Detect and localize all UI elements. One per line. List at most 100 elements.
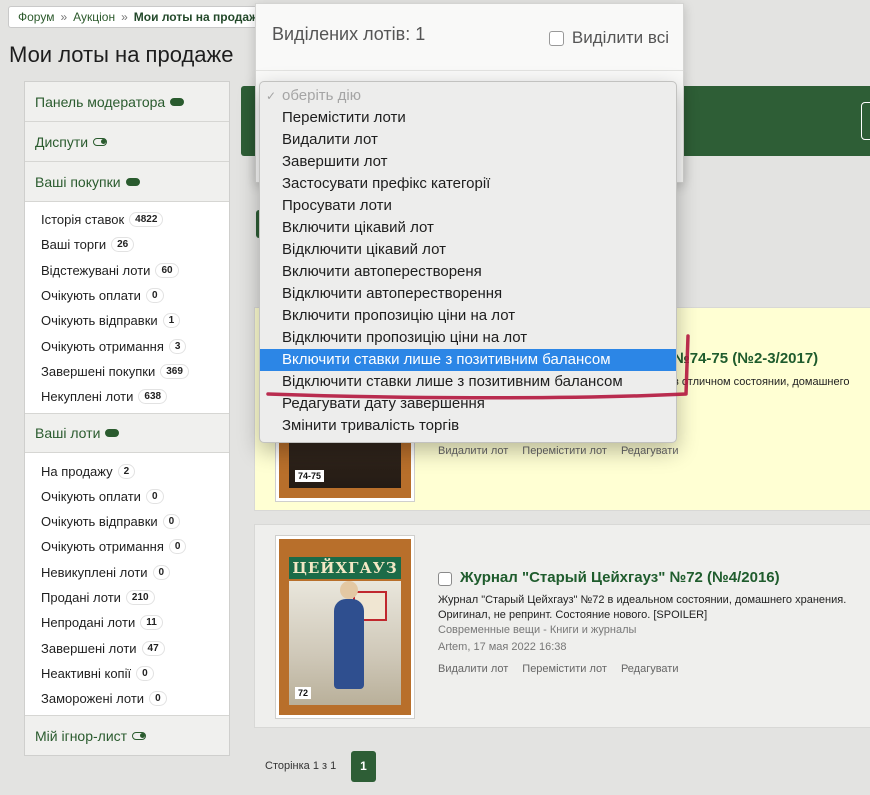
cover-number: 74-75 bbox=[295, 470, 325, 482]
edit-lot-link[interactable]: Редагувати bbox=[621, 445, 679, 457]
dropdown-option[interactable]: Включити цікавий лот bbox=[260, 217, 676, 239]
dropdown-option-highlighted[interactable]: Включити ставки лише з позитивним баланс… bbox=[260, 349, 676, 371]
lot-card: ЦЕЙХГАУЗ 72 Журнал "Старый Цейхгауз" №72… bbox=[254, 524, 870, 728]
sidebar-item[interactable]: Завершені покупки 369 bbox=[25, 359, 229, 384]
sidebar-item[interactable]: Відстежувані лоти 60 bbox=[25, 258, 229, 283]
sidebar-item[interactable]: Неактивні копії 0 bbox=[25, 661, 229, 686]
move-lot-link[interactable]: Перемістити лот bbox=[522, 663, 607, 675]
sidebar-section-label: Ваші лоти bbox=[35, 425, 101, 442]
toggle-icon[interactable] bbox=[93, 137, 108, 146]
dropdown-option[interactable]: Редагувати дату завершення bbox=[260, 393, 676, 415]
count-badge: 60 bbox=[156, 263, 178, 277]
dropdown-option[interactable]: Відключити пропозицію ціни на лот bbox=[260, 327, 676, 349]
lot-author-date: Artem, 17 мая 2022 16:38 bbox=[438, 641, 567, 653]
dropdown-option[interactable]: Змінити тривалість торгів bbox=[260, 415, 676, 437]
breadcrumb-separator: » bbox=[121, 10, 128, 24]
count-badge: 0 bbox=[153, 565, 170, 579]
count-badge: 0 bbox=[146, 489, 163, 503]
dropdown-option[interactable]: Відключити автоперестворення bbox=[260, 283, 676, 305]
lot-category[interactable]: Современные вещи - Книги и журналы bbox=[438, 624, 636, 636]
select-all-label: Виділити всі bbox=[571, 28, 669, 47]
dropdown-option[interactable]: Завершити лот bbox=[260, 151, 676, 173]
breadcrumb-separator: » bbox=[60, 10, 68, 24]
dropdown-option[interactable]: Відключити ставки лише з позитивним бала… bbox=[260, 371, 676, 393]
dropdown-option[interactable]: Відключити цікавий лот bbox=[260, 239, 676, 261]
count-badge: 2 bbox=[118, 464, 135, 478]
lot-title[interactable]: №74-75 (№2-3/2017) bbox=[673, 350, 818, 367]
dropdown-option[interactable]: Включити пропозицію ціни на лот bbox=[260, 305, 676, 327]
sidebar-ignore-list[interactable]: Мій ігнор-лист bbox=[25, 715, 229, 756]
sidebar-disputes[interactable]: Диспути bbox=[25, 122, 229, 162]
sidebar: Панель модератора Диспути Ваші покупки І… bbox=[24, 81, 230, 757]
lot-title[interactable]: Журнал "Старый Цейхгауз" №72 (№4/2016) bbox=[460, 569, 780, 586]
sidebar-item[interactable]: Ваші торги 26 bbox=[25, 232, 229, 257]
dropdown-option[interactable]: Просувати лоти bbox=[260, 195, 676, 217]
lot-description: в отличном состоянии, домашнего bbox=[673, 376, 850, 388]
action-select-dropdown[interactable]: оберіть дію Перемістити лоти Видалити ло… bbox=[259, 81, 677, 443]
sidebar-item[interactable]: Очікують відправки 0 bbox=[25, 509, 229, 534]
delete-lot-link[interactable]: Видалити лот bbox=[438, 445, 508, 457]
sidebar-item[interactable]: Очікують відправки 1 bbox=[25, 308, 229, 333]
dropdown-option[interactable]: Видалити лот bbox=[260, 129, 676, 151]
select-all-control[interactable]: Виділити всі bbox=[548, 28, 669, 48]
count-badge: 11 bbox=[141, 616, 162, 630]
count-badge: 4822 bbox=[130, 213, 163, 227]
sidebar-item[interactable]: Непродані лоти 11 bbox=[25, 610, 229, 635]
select-all-checkbox[interactable] bbox=[548, 30, 564, 46]
sidebar-item[interactable]: Невикуплені лоти 0 bbox=[25, 560, 229, 585]
toggle-icon[interactable] bbox=[170, 97, 185, 106]
sidebar-item[interactable]: Завершені лоти 47 bbox=[25, 635, 229, 660]
toggle-icon[interactable] bbox=[125, 177, 140, 186]
count-badge: 369 bbox=[161, 364, 188, 378]
sidebar-section-label: Ваші покупки bbox=[35, 173, 121, 190]
sidebar-item[interactable]: Історія ставок 4822 bbox=[25, 207, 229, 232]
sidebar-item[interactable]: Очікують отримання 3 bbox=[25, 333, 229, 358]
sidebar-item[interactable]: На продажу 2 bbox=[25, 458, 229, 483]
page-title: Мои лоты на продаже bbox=[9, 42, 234, 67]
breadcrumb: Форум » Аукціон » Мои лоты на продаже bbox=[8, 6, 275, 28]
toggle-icon[interactable] bbox=[132, 731, 147, 740]
lot-description: Журнал "Старый Цейхгауз" №72 в идеальном… bbox=[438, 594, 847, 621]
sidebar-section-label: Диспути bbox=[35, 133, 89, 150]
sidebar-section-label: Панель модератора bbox=[35, 93, 166, 110]
breadcrumb-current: Мои лоты на продаже bbox=[133, 10, 265, 24]
lot-select-checkbox[interactable] bbox=[438, 572, 452, 586]
dropdown-option[interactable]: Застосувати префікс категорії bbox=[260, 173, 676, 195]
edit-lot-link[interactable]: Редагувати bbox=[621, 663, 679, 675]
sidebar-item[interactable]: Продані лоти 210 bbox=[25, 585, 229, 610]
sidebar-section-label: Мій ігнор-лист bbox=[35, 727, 128, 744]
sidebar-item[interactable]: Очікують оплати 0 bbox=[25, 484, 229, 509]
count-badge: 26 bbox=[112, 238, 134, 252]
lot-actions: Видалити лот Перемістити лот Редагувати bbox=[438, 663, 693, 675]
sidebar-item[interactable]: Очікують отримання 0 bbox=[25, 534, 229, 559]
count-badge: 0 bbox=[169, 540, 186, 554]
delete-lot-link[interactable]: Видалити лот bbox=[438, 663, 508, 675]
divider bbox=[256, 70, 683, 71]
magazine-cover-image: ЦЕЙХГАУЗ 72 bbox=[279, 539, 411, 715]
action-button[interactable] bbox=[861, 102, 870, 140]
pagination-label: Сторінка 1 з 1 bbox=[265, 760, 337, 772]
move-lot-link[interactable]: Перемістити лот bbox=[522, 445, 607, 457]
dropdown-option[interactable]: Включити автоперествореня bbox=[260, 261, 676, 283]
sidebar-your-lots[interactable]: Ваші лоти bbox=[25, 413, 229, 454]
sidebar-item[interactable]: Заморожені лоти 0 bbox=[25, 686, 229, 711]
count-badge: 0 bbox=[146, 289, 163, 303]
breadcrumb-auction[interactable]: Аукціон bbox=[73, 10, 115, 24]
toggle-icon[interactable] bbox=[105, 429, 120, 438]
count-badge: 210 bbox=[126, 591, 154, 604]
sidebar-item[interactable]: Некуплені лоти 638 bbox=[25, 384, 229, 409]
count-badge: 3 bbox=[169, 339, 186, 353]
sidebar-purchases[interactable]: Ваші покупки bbox=[25, 162, 229, 202]
lots-list: На продажу 2 Очікують оплати 0 Очікують ві… bbox=[25, 453, 229, 715]
count-badge: 0 bbox=[150, 692, 166, 706]
sidebar-moderator-panel[interactable]: Панель модератора bbox=[25, 82, 229, 122]
dropdown-option[interactable]: оберіть дію bbox=[260, 85, 676, 107]
count-badge: 0 bbox=[163, 515, 180, 529]
sidebar-item[interactable]: Очікують оплати 0 bbox=[25, 283, 229, 308]
page-button[interactable]: 1 bbox=[351, 751, 376, 782]
breadcrumb-forum[interactable]: Форум bbox=[18, 10, 54, 24]
lot-actions: Видалити лот Перемістити лот Редагувати bbox=[438, 445, 693, 457]
purchases-list: Історія ставок 4822 Ваші торги 26 Відстежу… bbox=[25, 202, 229, 413]
lot-thumbnail[interactable]: ЦЕЙХГАУЗ 72 bbox=[275, 535, 415, 719]
dropdown-option[interactable]: Перемістити лоти bbox=[260, 107, 676, 129]
